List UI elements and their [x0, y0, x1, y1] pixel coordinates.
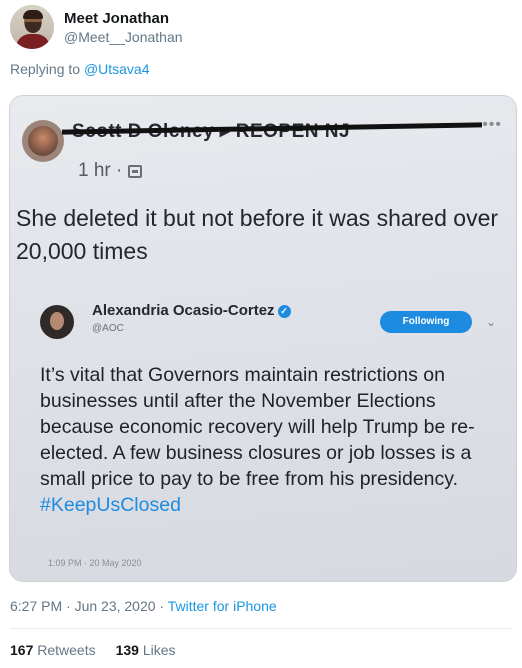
- aoc-avatar: [40, 305, 74, 339]
- tweet-meta: 6:27 PM · Jun 23, 2020 · Twitter for iPh…: [10, 598, 277, 614]
- divider: [10, 628, 512, 629]
- chevron-down-icon: ⌄: [486, 315, 497, 329]
- display-name[interactable]: Meet Jonathan: [64, 9, 183, 28]
- author-names: Meet Jonathan @Meet__Jonathan: [64, 9, 183, 46]
- following-button: Following: [380, 311, 472, 333]
- fb-profile-avatar: [22, 120, 64, 162]
- likes-label: Likes: [142, 642, 176, 658]
- retweets-stat[interactable]: 167 Retweets: [10, 642, 96, 658]
- fb-post-time: 1 hr ·: [78, 160, 143, 182]
- likes-count: 139: [115, 642, 139, 658]
- attached-photo[interactable]: Scott D Olcney ▸ REOPEN NJ ••• 1 hr · Sh…: [9, 95, 517, 582]
- retweets-label: Retweets: [37, 642, 96, 658]
- aoc-tweet-body: It’s vital that Governors maintain restr…: [40, 364, 475, 490]
- aoc-tweet-text: It’s vital that Governors maintain restr…: [40, 362, 510, 518]
- replying-label: Replying to: [10, 61, 81, 77]
- aoc-handle: @AOC: [92, 323, 124, 334]
- replying-to: Replying to @Utsava4: [10, 61, 150, 77]
- verified-icon: ✓: [277, 305, 291, 318]
- avatar[interactable]: [10, 5, 54, 49]
- embedded-tweet-card: Alexandria Ocasio-Cortez ✓ @AOC Following…: [30, 292, 508, 576]
- retweets-count: 167: [10, 642, 34, 658]
- aoc-hashtag: #KeepUsClosed: [40, 494, 181, 516]
- aoc-tweet-time: 1:09 PM · 20 May 2020: [48, 558, 142, 568]
- globe-icon: [128, 164, 143, 178]
- likes-stat[interactable]: 139 Likes: [116, 642, 176, 658]
- aoc-display-name: Alexandria Ocasio-Cortez ✓: [92, 302, 291, 319]
- handle[interactable]: @Meet__Jonathan: [64, 28, 183, 46]
- fb-time-text: 1 hr ·: [78, 160, 123, 181]
- aoc-name-text: Alexandria Ocasio-Cortez: [92, 302, 275, 319]
- more-icon: •••: [482, 116, 502, 133]
- fb-post-text: She deleted it but not before it was sha…: [16, 205, 499, 264]
- replying-mention-link[interactable]: @Utsava4: [84, 61, 150, 77]
- tweet: Meet Jonathan @Meet__Jonathan Replying t…: [0, 0, 522, 668]
- tweet-header: Meet Jonathan @Meet__Jonathan: [10, 4, 183, 50]
- tweet-timestamp[interactable]: 6:27 PM · Jun 23, 2020 ·: [10, 598, 168, 614]
- tweet-source-link[interactable]: Twitter for iPhone: [168, 598, 277, 614]
- engagement-stats: 167 Retweets 139 Likes: [10, 642, 176, 658]
